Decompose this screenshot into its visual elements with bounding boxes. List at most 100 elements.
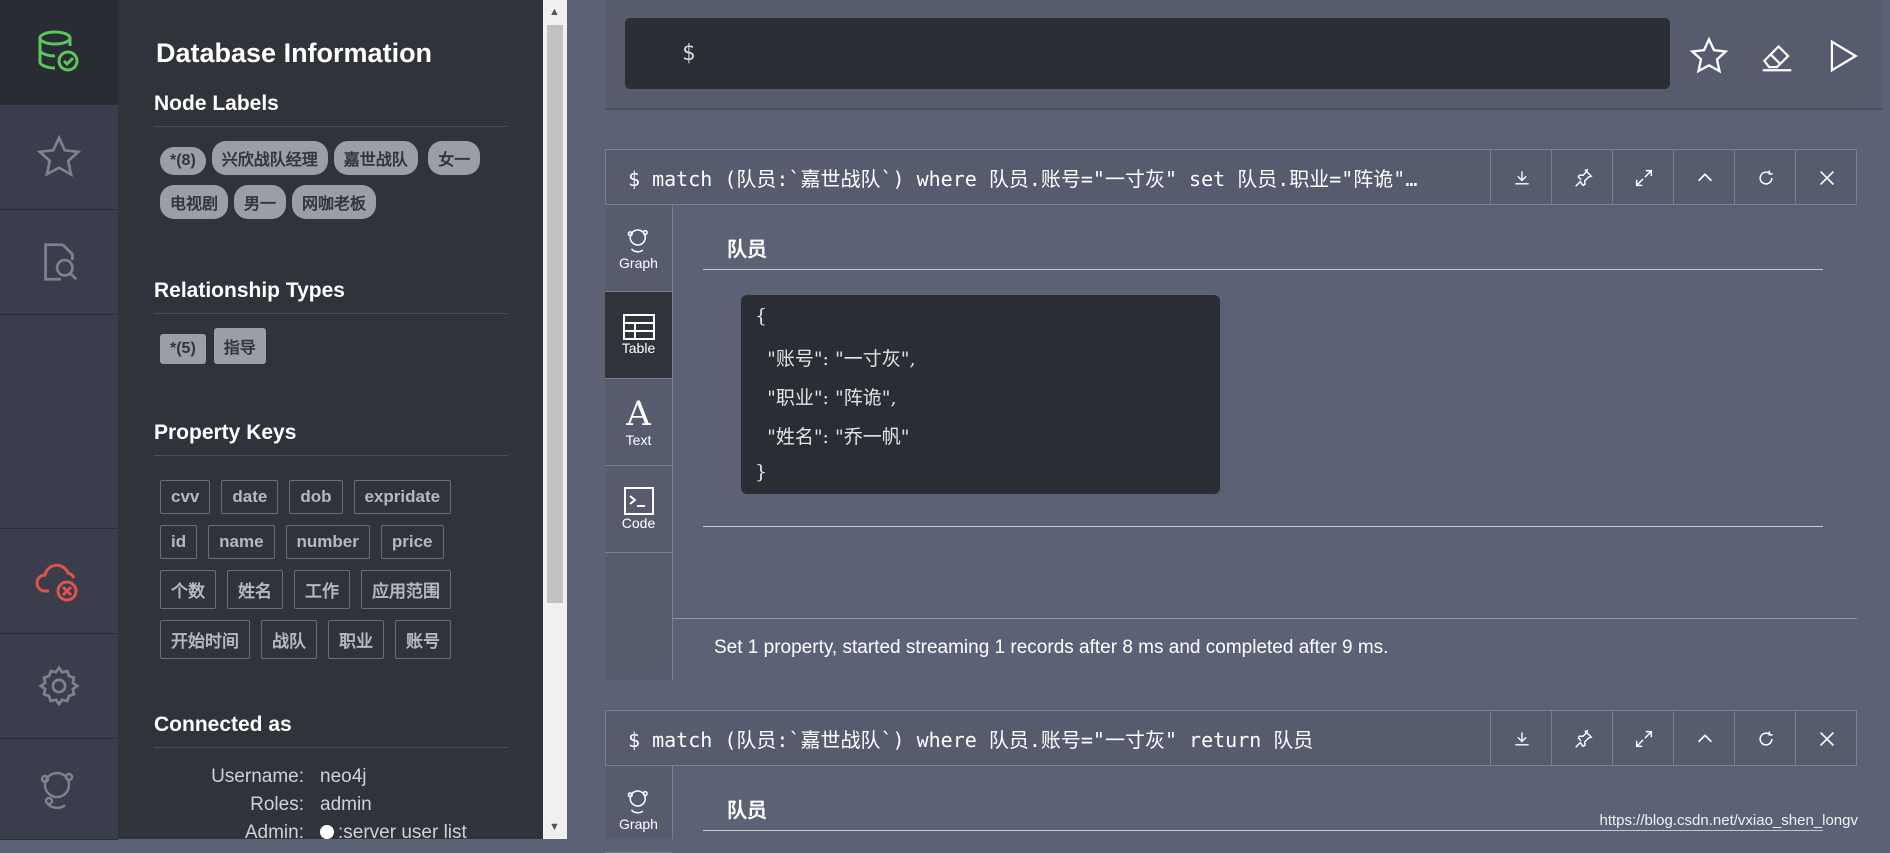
property-key-tag[interactable]: date <box>221 480 279 514</box>
admin-command-link[interactable]: :server user list <box>338 822 467 839</box>
node-label-pill[interactable]: 嘉世战队 <box>333 141 418 175</box>
tab-table[interactable]: Table <box>605 292 672 379</box>
property-key-tag[interactable]: dob <box>289 480 343 514</box>
document-search-icon <box>44 243 78 281</box>
query-editor-input[interactable] <box>625 18 1670 89</box>
frame-query-text[interactable]: $ match (队员:`嘉世战队`) where 队员.账号="一寸灰" re… <box>628 724 1488 753</box>
relationship-type-tag[interactable]: 指导 <box>213 328 266 364</box>
database-icon-button[interactable] <box>0 0 118 105</box>
settings-button[interactable] <box>0 634 118 739</box>
download-icon <box>1514 170 1529 184</box>
editor-prompt: $ <box>682 41 696 66</box>
record-json-cell: { "账号": "一寸灰", "职业": "阵诡", "姓名": "乔一帆" } <box>741 295 1220 494</box>
rerun-button[interactable] <box>1734 150 1796 205</box>
tab-text[interactable]: A Text <box>605 379 672 466</box>
pin-button[interactable] <box>1551 150 1613 205</box>
favorites-button[interactable] <box>0 105 118 210</box>
node-label-pill[interactable]: 网咖老板 <box>292 185 377 219</box>
refresh-icon <box>1758 731 1773 746</box>
connected-as-section: Connected as Username: neo4j Roles: admin … <box>154 713 508 839</box>
property-key-tag[interactable]: expridate <box>353 480 452 514</box>
property-key-tag[interactable]: cvv <box>160 480 211 514</box>
relationship-type-tag[interactable]: *(5) <box>160 334 206 364</box>
json-line: } <box>755 461 768 483</box>
node-label-pill[interactable]: *(8) <box>160 147 206 175</box>
node-label-pill[interactable]: 电视剧 <box>160 185 229 219</box>
result-view-tabs: Graph Table A Text Code <box>605 205 673 680</box>
close-frame-button[interactable] <box>1795 711 1857 766</box>
clear-editor-button[interactable] <box>1755 34 1799 78</box>
graph-icon <box>627 229 648 253</box>
property-key-tag[interactable]: name <box>208 525 275 559</box>
property-key-tag[interactable]: 姓名 <box>227 570 283 609</box>
result-view-tabs: Graph <box>605 766 673 853</box>
frame-header: $ match (队员:`嘉世战队`) where 队员.账号="一寸灰" se… <box>605 149 1857 205</box>
property-key-tag[interactable]: 账号 <box>395 620 451 659</box>
pin-icon <box>1574 729 1593 748</box>
property-keys-section: Property Keys cvv date dob expridate id name… <box>154 421 508 670</box>
graph-icon <box>627 790 648 814</box>
scrollbar-thumb[interactable] <box>547 25 563 603</box>
stream-scrollbar-track[interactable] <box>1882 0 1890 839</box>
fullscreen-button[interactable] <box>1612 150 1674 205</box>
collapse-button[interactable] <box>1673 711 1735 766</box>
tab-graph[interactable]: Graph <box>605 766 672 853</box>
about-button[interactable] <box>0 739 118 840</box>
node-label-pill[interactable]: 兴欣战队经理 <box>211 141 328 175</box>
database-info-panel: Database Information Node Labels *(8) 兴欣战… <box>118 0 543 839</box>
query-editor-bar: $ <box>605 0 1882 110</box>
relationship-types-section: Relationship Types *(5) 指导 <box>154 279 508 374</box>
stream-gutter <box>567 0 605 839</box>
pin-button[interactable] <box>1551 711 1613 766</box>
property-keys-list: cvv date dob expridate id name number price 个数… <box>154 456 508 670</box>
run-query-button[interactable] <box>1821 34 1865 78</box>
scroll-up-arrow-icon[interactable]: ▲ <box>549 6 560 18</box>
property-key-tag[interactable]: 职业 <box>328 620 384 659</box>
result-status-bar: Set 1 property, started streaming 1 reco… <box>673 618 1857 677</box>
eraser-icon <box>1762 44 1792 72</box>
tab-graph-label: Graph <box>619 255 658 271</box>
download-button[interactable] <box>1490 711 1552 766</box>
star-icon <box>1689 36 1729 74</box>
property-key-tag[interactable]: 战队 <box>261 620 317 659</box>
tab-graph[interactable]: Graph <box>605 205 672 292</box>
table-icon <box>622 314 655 340</box>
roles-value: admin <box>320 794 372 815</box>
expand-icon <box>1635 730 1652 747</box>
watermark-url: https://blog.csdn.net/vxiao_shen_longv <box>1599 812 1858 829</box>
fullscreen-button[interactable] <box>1612 711 1674 766</box>
connection-status-button[interactable] <box>0 529 118 634</box>
relationship-types-list: *(5) 指导 <box>154 314 508 374</box>
column-name: 队员 <box>727 239 767 261</box>
frame-header: $ match (队员:`嘉世战队`) where 队员.账号="一寸灰" re… <box>605 710 1857 766</box>
property-key-tag[interactable]: 开始时间 <box>160 620 250 659</box>
node-labels-list: *(8) 兴欣战队经理 嘉世战队 女一电视剧 男一 网咖老板 <box>154 127 504 229</box>
tab-code[interactable]: Code <box>605 466 672 553</box>
documents-search-button[interactable] <box>0 210 118 315</box>
relationship-types-heading: Relationship Types <box>154 279 508 314</box>
node-labels-section: Node Labels *(8) 兴欣战队经理 嘉世战队 女一电视剧 男一 网咖老板 <box>154 92 508 229</box>
panel-scrollbar[interactable]: ▲ ▼ <box>543 0 567 839</box>
scroll-down-arrow-icon[interactable]: ▼ <box>549 821 560 833</box>
node-label-pill[interactable]: 男一 <box>234 185 287 219</box>
collapse-button[interactable] <box>1673 150 1735 205</box>
property-key-tag[interactable]: price <box>380 525 444 559</box>
favorite-query-button[interactable] <box>1687 34 1731 78</box>
json-line: { <box>755 305 768 327</box>
close-frame-button[interactable] <box>1795 150 1857 205</box>
tab-text-label: Text <box>625 432 652 448</box>
property-key-tag[interactable]: 应用范围 <box>361 570 451 609</box>
frame-query-text[interactable]: $ match (队员:`嘉世战队`) where 队员.账号="一寸灰" se… <box>628 163 1488 192</box>
panel-title: Database Information <box>156 38 433 68</box>
rerun-button[interactable] <box>1734 711 1796 766</box>
database-icon <box>38 30 79 72</box>
property-key-tag[interactable]: number <box>285 525 370 559</box>
property-key-tag[interactable]: id <box>160 525 198 559</box>
node-label-pill[interactable]: 女一 <box>428 141 481 175</box>
username-label: Username: <box>211 766 304 787</box>
play-icon <box>1830 39 1858 73</box>
download-button[interactable] <box>1490 150 1552 205</box>
property-key-tag[interactable]: 个数 <box>160 570 216 609</box>
expand-icon <box>1635 169 1652 186</box>
property-key-tag[interactable]: 工作 <box>294 570 350 609</box>
